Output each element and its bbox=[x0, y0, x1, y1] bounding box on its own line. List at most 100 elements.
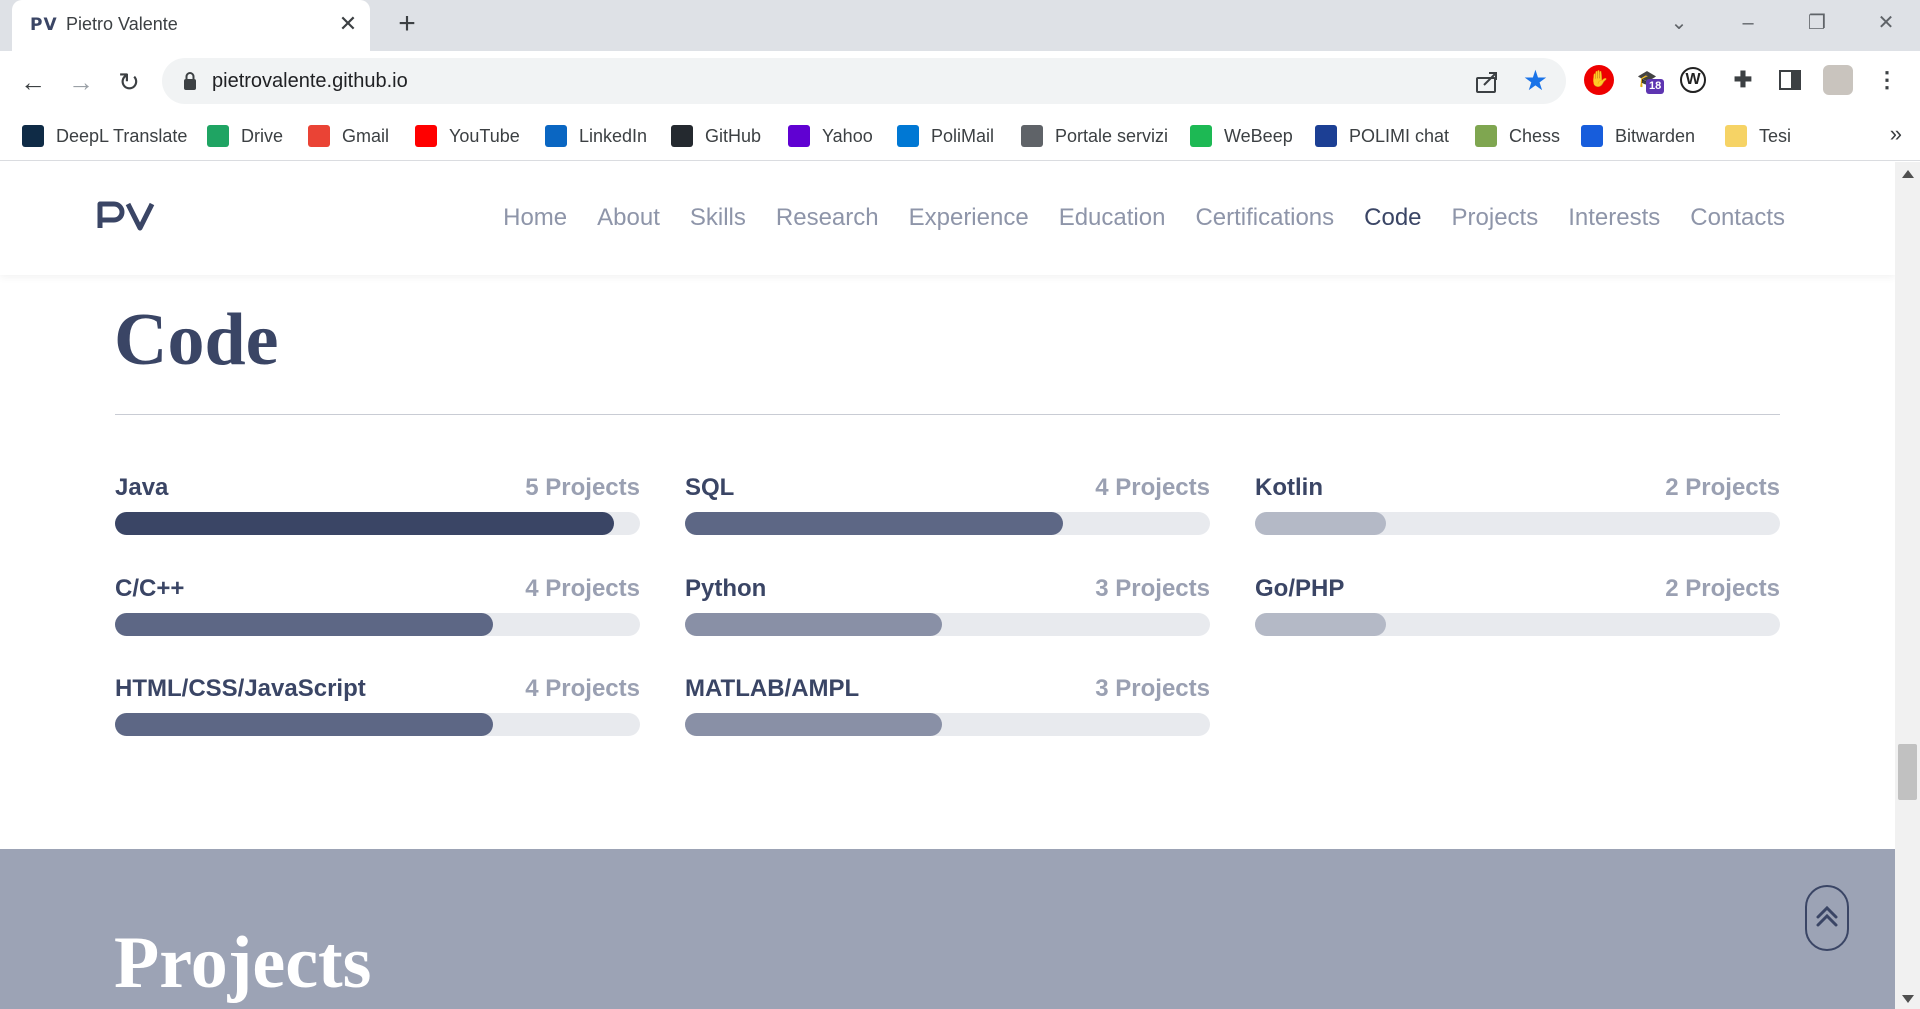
reload-icon[interactable]: ↻ bbox=[112, 66, 146, 100]
browser-tab[interactable]: PV Pietro Valente ✕ bbox=[12, 0, 370, 51]
bookmark-youtube[interactable]: YouTube bbox=[415, 122, 520, 150]
close-tab-icon[interactable]: ✕ bbox=[335, 11, 361, 37]
bookmark-webeep[interactable]: WeBeep bbox=[1190, 122, 1293, 150]
scroll-up-arrow-icon[interactable] bbox=[1902, 170, 1914, 178]
menu-kebab-icon[interactable]: ⋮ bbox=[1872, 65, 1902, 95]
skill-item: SQL 4 Projects bbox=[685, 474, 1210, 536]
skill-item: Java 5 Projects bbox=[115, 474, 640, 536]
nav-link-code[interactable]: Code bbox=[1364, 204, 1421, 232]
site-logo[interactable] bbox=[96, 198, 160, 232]
extension-badge: 18 bbox=[1646, 79, 1665, 94]
youtube-icon bbox=[415, 125, 437, 147]
skill-progress-track bbox=[1255, 512, 1780, 535]
section-divider bbox=[115, 414, 1780, 415]
projects-section-title: Projects bbox=[114, 922, 372, 1004]
browser-toolbar: ← → ↻ pietrovalente.github.io ★ ✋ 🎓 18 W… bbox=[0, 51, 1920, 111]
bookmark-star-icon[interactable]: ★ bbox=[1523, 66, 1548, 96]
bookmark-linkedin[interactable]: LinkedIn bbox=[545, 122, 647, 150]
skill-name: Python bbox=[685, 575, 767, 602]
code-section-title: Code bbox=[114, 299, 279, 381]
skill-progress-track bbox=[1255, 613, 1780, 636]
graduation-cap-icon[interactable]: 🎓 18 bbox=[1632, 65, 1665, 95]
lock-icon[interactable] bbox=[182, 71, 198, 91]
page-scrollbar[interactable] bbox=[1895, 162, 1920, 1009]
bookmark-label: WeBeep bbox=[1224, 125, 1293, 146]
page-viewport: Home About Skills Research Experience Educati… bbox=[0, 162, 1895, 1009]
nav-link-projects[interactable]: Projects bbox=[1452, 204, 1539, 232]
scroll-down-arrow-icon[interactable] bbox=[1902, 995, 1914, 1003]
skill-name: SQL bbox=[685, 474, 735, 501]
back-to-top-button[interactable] bbox=[1805, 885, 1849, 951]
skill-progress-track bbox=[685, 512, 1210, 535]
skill-progress-fill bbox=[115, 713, 493, 736]
bitwarden-icon bbox=[1581, 125, 1603, 147]
bookmark-portale-servizi[interactable]: Portale servizi bbox=[1021, 122, 1168, 150]
skill-project-count: 2 Projects bbox=[1665, 575, 1780, 602]
nav-link-contacts[interactable]: Contacts bbox=[1690, 204, 1785, 232]
bookmark-polimail[interactable]: PoliMail bbox=[897, 122, 994, 150]
double-chevron-up-icon bbox=[1816, 905, 1838, 927]
minimize-button[interactable]: – bbox=[1728, 6, 1768, 40]
profile-avatar[interactable] bbox=[1823, 65, 1853, 95]
tab-title: Pietro Valente bbox=[66, 14, 178, 34]
skill-project-count: 4 Projects bbox=[525, 675, 640, 702]
chess-icon bbox=[1475, 125, 1497, 147]
bookmark-label: DeepL Translate bbox=[56, 125, 188, 146]
bookmark-label: Tesi bbox=[1759, 125, 1792, 146]
bookmark-polimi-chat[interactable]: POLIMI chat bbox=[1315, 122, 1449, 150]
skill-project-count: 4 Projects bbox=[525, 575, 640, 602]
skill-item: MATLAB/AMPL 3 Projects bbox=[685, 675, 1210, 737]
skill-project-count: 5 Projects bbox=[525, 474, 640, 501]
wordpress-icon[interactable]: W bbox=[1680, 67, 1706, 93]
nav-link-research[interactable]: Research bbox=[776, 204, 879, 232]
tab-strip: PV Pietro Valente ✕ + ⌄ – ❐ ✕ bbox=[0, 0, 1920, 51]
adblock-icon[interactable]: ✋ bbox=[1584, 65, 1614, 95]
bookmark-deepl-translate[interactable]: DeepL Translate bbox=[22, 122, 187, 150]
skill-progress-track bbox=[685, 613, 1210, 636]
nav-link-experience[interactable]: Experience bbox=[909, 204, 1029, 232]
scrollbar-thumb[interactable] bbox=[1898, 744, 1917, 800]
tab-search-chevron-icon[interactable]: ⌄ bbox=[1659, 6, 1699, 40]
close-window-button[interactable]: ✕ bbox=[1866, 6, 1906, 40]
gmail-icon bbox=[308, 125, 330, 147]
bookmark-label: Gmail bbox=[342, 125, 390, 146]
bookmark-tesi[interactable]: Tesi bbox=[1725, 122, 1791, 150]
bookmark-chess[interactable]: Chess bbox=[1475, 122, 1560, 150]
yahoo-icon bbox=[788, 125, 810, 147]
nav-link-skills[interactable]: Skills bbox=[690, 204, 746, 232]
nav-link-education[interactable]: Education bbox=[1059, 204, 1166, 232]
forward-icon[interactable]: → bbox=[64, 66, 98, 100]
nav-link-home[interactable]: Home bbox=[503, 204, 567, 232]
nav-link-certifications[interactable]: Certifications bbox=[1195, 204, 1334, 232]
bookmark-gmail[interactable]: Gmail bbox=[308, 122, 389, 150]
maximize-button[interactable]: ❐ bbox=[1797, 6, 1837, 40]
nav-link-interests[interactable]: Interests bbox=[1568, 204, 1660, 232]
skill-project-count: 4 Projects bbox=[1095, 474, 1210, 501]
new-tab-button[interactable]: + bbox=[392, 9, 422, 40]
bookmark-label: Portale servizi bbox=[1055, 125, 1169, 146]
extensions-puzzle-icon[interactable]: ✚ bbox=[1728, 65, 1758, 95]
folder-icon bbox=[1725, 125, 1747, 147]
skill-name: HTML/CSS/JavaScript bbox=[115, 675, 366, 702]
url-text[interactable]: pietrovalente.github.io bbox=[212, 70, 408, 93]
skill-progress-fill bbox=[685, 512, 1063, 535]
skill-progress-fill bbox=[115, 613, 493, 636]
bookmark-label: Chess bbox=[1509, 125, 1561, 146]
nav-link-about[interactable]: About bbox=[597, 204, 660, 232]
bookmark-drive[interactable]: Drive bbox=[207, 122, 283, 150]
skill-item: Kotlin 2 Projects bbox=[1255, 474, 1780, 536]
bookmarks-overflow-button[interactable]: » bbox=[1890, 121, 1902, 147]
bookmark-bitwarden[interactable]: Bitwarden bbox=[1581, 122, 1695, 150]
side-panel-icon[interactable] bbox=[1775, 65, 1805, 95]
projects-section: Projects bbox=[0, 849, 1895, 1009]
skill-project-count: 3 Projects bbox=[1095, 675, 1210, 702]
bookmark-label: PoliMail bbox=[931, 125, 995, 146]
share-icon[interactable] bbox=[1474, 69, 1500, 95]
bookmark-github[interactable]: GitHub bbox=[671, 122, 761, 150]
back-icon[interactable]: ← bbox=[16, 66, 50, 100]
bookmark-yahoo[interactable]: Yahoo bbox=[788, 122, 873, 150]
site-header: Home About Skills Research Experience Educati… bbox=[0, 162, 1895, 275]
address-bar[interactable]: pietrovalente.github.io ★ bbox=[162, 58, 1566, 104]
tab-favicon: PV bbox=[30, 15, 58, 35]
bookmarks-bar: DeepL Translate Drive Gmail YouTube LinkedIn… bbox=[0, 111, 1920, 161]
